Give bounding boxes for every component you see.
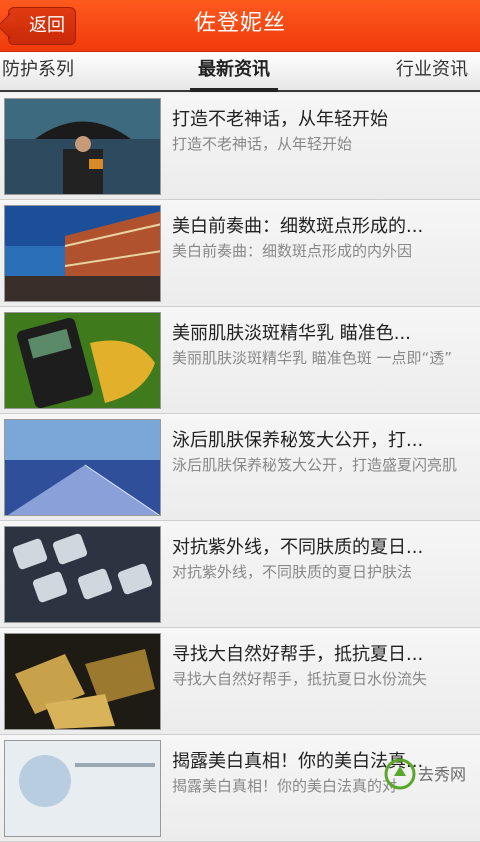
- list-item[interactable]: 美丽肌肤淡斑精华乳 瞄准色... 美丽肌肤淡斑精华乳 瞄准色斑 一点即“透”: [0, 307, 480, 414]
- watermark-logo: 去秀网: [380, 754, 475, 794]
- article-summary: 美丽肌肤淡斑精华乳 瞄准色斑 一点即“透”: [172, 349, 453, 367]
- article-thumbnail: [4, 419, 161, 516]
- article-thumbnail: [4, 205, 161, 302]
- tab-latest-news[interactable]: 最新资讯: [190, 52, 278, 92]
- back-button[interactable]: 返回: [0, 7, 76, 45]
- article-title: 对抗紫外线，不同肤质的夏日...: [172, 537, 424, 558]
- article-summary: 打造不老神话，从年轻开始: [172, 135, 353, 153]
- tab-label: 行业资讯: [396, 59, 468, 80]
- article-summary: 美白前奏曲：细数斑点形成的内外因: [172, 242, 413, 260]
- article-thumbnail: [4, 312, 161, 409]
- article-thumbnail: [4, 98, 161, 195]
- article-thumbnail: [4, 526, 161, 623]
- app-header: 佐登妮丝 返回: [0, 0, 480, 52]
- article-title: 美白前奏曲：细数斑点形成的...: [172, 216, 424, 237]
- article-title: 打造不老神话，从年轻开始: [172, 109, 388, 130]
- back-button-label: 返回: [29, 15, 65, 36]
- active-tab-indicator: [190, 88, 278, 92]
- article-summary: 泳后肌肤保养秘笈大公开，打造盛夏闪亮肌: [172, 456, 458, 474]
- article-title: 美丽肌肤淡斑精华乳 瞄准色...: [172, 323, 411, 344]
- list-item[interactable]: 美白前奏曲：细数斑点形成的... 美白前奏曲：细数斑点形成的内外因: [0, 200, 480, 307]
- article-summary: 对抗紫外线，不同肤质的夏日护肤法: [172, 563, 413, 581]
- tab-label: 最新资讯: [198, 59, 270, 80]
- tab-label: 防护系列: [2, 59, 74, 80]
- list-item[interactable]: 寻找大自然好帮手，抵抗夏日... 寻找大自然好帮手，抵抗夏日水份流失: [0, 628, 480, 735]
- list-item[interactable]: 泳后肌肤保养秘笈大公开，打... 泳后肌肤保养秘笈大公开，打造盛夏闪亮肌: [0, 414, 480, 521]
- article-thumbnail: [4, 633, 161, 730]
- list-item[interactable]: 对抗紫外线，不同肤质的夏日... 对抗紫外线，不同肤质的夏日护肤法: [0, 521, 480, 628]
- category-tabs: 防护系列 最新资讯 行业资讯: [0, 52, 480, 92]
- article-title: 泳后肌肤保养秘笈大公开，打...: [172, 430, 424, 451]
- watermark-text: 去秀网: [418, 765, 466, 784]
- article-list: 打造不老神话，从年轻开始 打造不老神话，从年轻开始 美白前奏曲：细数斑点形成的.…: [0, 93, 480, 842]
- article-title: 寻找大自然好帮手，抵抗夏日...: [172, 644, 424, 665]
- tab-industry-news[interactable]: 行业资讯: [396, 52, 468, 90]
- list-item[interactable]: 打造不老神话，从年轻开始 打造不老神话，从年轻开始: [0, 93, 480, 200]
- article-thumbnail: [4, 740, 161, 837]
- tab-protection-series[interactable]: 防护系列: [2, 52, 74, 90]
- article-summary: 寻找大自然好帮手，抵抗夏日水份流失: [172, 670, 428, 688]
